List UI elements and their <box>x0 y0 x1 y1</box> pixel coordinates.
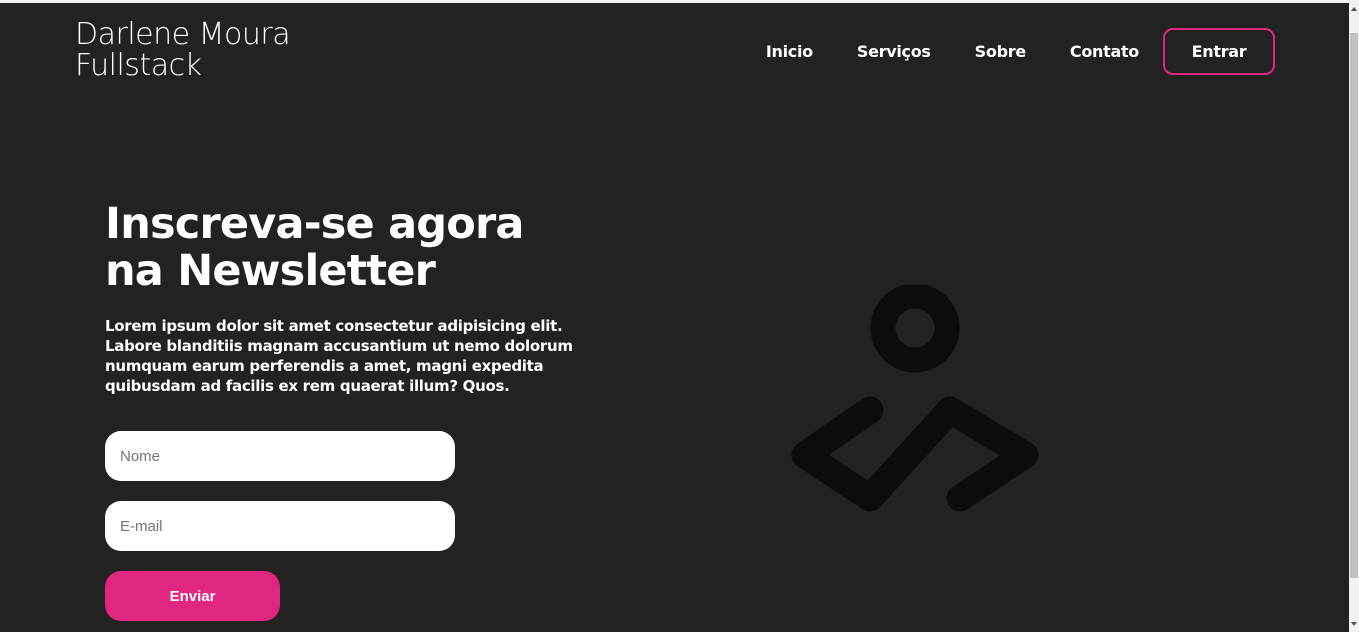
vertical-scrollbar[interactable] <box>1349 0 1359 632</box>
hero-title-line2: na Newsletter <box>105 246 436 296</box>
nav-link-inicio[interactable]: Inicio <box>766 42 813 61</box>
nav-link-servicos[interactable]: Serviços <box>857 42 931 61</box>
scroll-down-arrow-icon[interactable] <box>1349 615 1359 632</box>
login-button[interactable]: Entrar <box>1163 28 1275 75</box>
site-logo[interactable]: Darlene Moura Fullstack <box>75 17 291 83</box>
submit-button[interactable]: Enviar <box>105 571 280 621</box>
email-input[interactable] <box>105 501 455 551</box>
logo-name: Darlene Moura <box>75 17 291 52</box>
landing-page: Darlene Moura Fullstack Inicio Serviços … <box>0 3 1349 632</box>
name-input[interactable] <box>105 431 455 481</box>
person-code-logo-icon <box>791 285 1039 512</box>
hero-title: Inscreva-se agora na Newsletter <box>105 201 575 295</box>
nav-link-contato[interactable]: Contato <box>1070 42 1139 61</box>
hero-description: Lorem ipsum dolor sit amet consectetur a… <box>105 317 573 395</box>
nav-link-sobre[interactable]: Sobre <box>975 42 1027 61</box>
logo-role: Fullstack <box>75 48 202 83</box>
hero-title-line1: Inscreva-se agora <box>105 199 524 249</box>
scrollbar-thumb[interactable] <box>1350 33 1358 578</box>
scroll-up-arrow-icon[interactable] <box>1349 0 1359 17</box>
main-nav: Inicio Serviços Sobre Contato Entrar <box>766 28 1275 75</box>
